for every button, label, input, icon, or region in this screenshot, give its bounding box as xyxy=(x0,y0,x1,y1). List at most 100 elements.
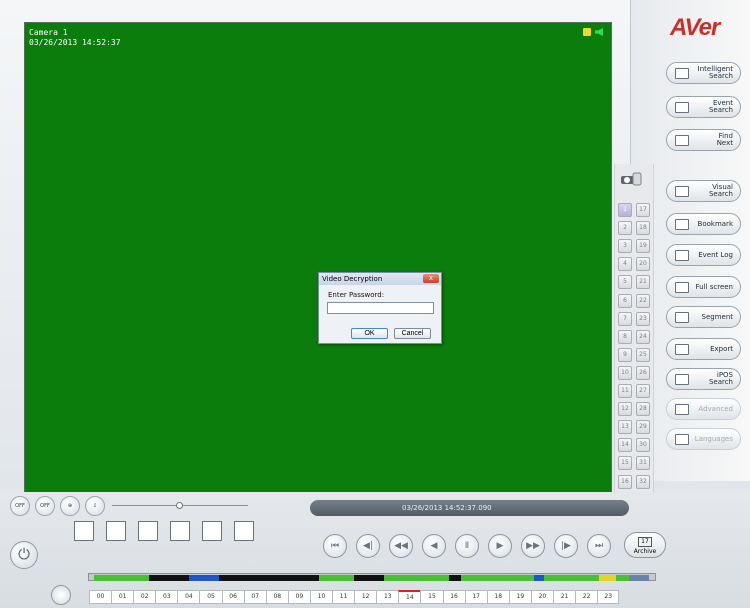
timeline-segment[interactable] xyxy=(534,575,544,581)
timeline-segment[interactable] xyxy=(449,575,461,581)
camera-button-30[interactable]: 30 xyxy=(636,438,650,453)
hour-16[interactable]: 16 xyxy=(442,590,465,604)
hour-03[interactable]: 03 xyxy=(155,590,178,604)
camera-button-24[interactable]: 24 xyxy=(636,329,650,344)
camera-button-15[interactable]: 15 xyxy=(618,456,632,471)
camera-button-27[interactable]: 27 xyxy=(636,384,650,398)
fast-forward-button[interactable]: ▶▶ xyxy=(521,534,545,558)
event-search-button[interactable]: Event Search xyxy=(666,96,741,118)
nine-view-button[interactable] xyxy=(138,521,158,541)
segment-button[interactable]: Segment xyxy=(666,306,741,328)
archive-button[interactable]: 17 Archive xyxy=(624,532,666,558)
hour-05[interactable]: 05 xyxy=(199,590,222,604)
sixteen-view-button[interactable] xyxy=(170,521,190,541)
hour-02[interactable]: 02 xyxy=(133,590,156,604)
channel-off-button[interactable]: OFF xyxy=(35,496,55,516)
pause-button[interactable]: Ⅱ xyxy=(455,534,479,558)
timeline-segment[interactable] xyxy=(149,575,189,581)
hour-19[interactable]: 19 xyxy=(508,590,531,604)
next-frame-button[interactable]: |▶ xyxy=(554,534,578,558)
hour-00[interactable]: 00 xyxy=(89,590,112,604)
recording-timeline[interactable] xyxy=(88,573,656,581)
hour-21[interactable]: 21 xyxy=(552,590,576,604)
password-input[interactable] xyxy=(327,302,434,314)
camera-button-5[interactable]: 5 xyxy=(618,275,632,290)
clock-icon[interactable] xyxy=(51,585,71,605)
camera-button-25[interactable]: 25 xyxy=(636,347,650,362)
speed-slider-knob[interactable] xyxy=(176,502,183,509)
hour-20[interactable]: 20 xyxy=(530,590,553,604)
camera-button-3[interactable]: 3 xyxy=(618,239,632,254)
prev-frame-button[interactable]: ◀| xyxy=(356,534,380,558)
timeline-segment[interactable] xyxy=(94,575,149,581)
hour-06[interactable]: 06 xyxy=(221,590,244,604)
camera-button-9[interactable]: 9 xyxy=(618,347,632,362)
power-button[interactable]: ⏻ xyxy=(10,541,38,569)
camera-button-18[interactable]: 18 xyxy=(636,221,650,236)
camera-button-29[interactable]: 29 xyxy=(636,420,650,435)
camera-button-16[interactable]: 16 xyxy=(618,474,632,489)
camera-button-10[interactable]: 10 xyxy=(618,365,632,380)
timeline-segment[interactable] xyxy=(544,575,599,581)
camera-button-32[interactable]: 32 xyxy=(636,474,650,489)
multi-view-button[interactable] xyxy=(234,521,254,541)
ipos-search-button[interactable]: iPOS Search xyxy=(666,368,741,390)
hour-18[interactable]: 18 xyxy=(486,590,509,604)
hour-13[interactable]: 13 xyxy=(376,590,399,604)
hour-10[interactable]: 10 xyxy=(309,590,333,604)
hour-14[interactable]: 14 xyxy=(398,590,421,604)
hour-15[interactable]: 15 xyxy=(420,590,443,604)
full-screen-button[interactable]: Full screen xyxy=(666,276,741,298)
camera-button-17[interactable]: 17 xyxy=(636,203,650,217)
camera-button-23[interactable]: 23 xyxy=(636,311,650,326)
timeline-segment[interactable] xyxy=(616,575,629,581)
camera-button-21[interactable]: 21 xyxy=(636,275,650,290)
hour-08[interactable]: 08 xyxy=(265,590,288,604)
hour-01[interactable]: 01 xyxy=(111,590,134,604)
close-button[interactable]: x xyxy=(423,274,439,283)
hour-09[interactable]: 09 xyxy=(287,590,310,604)
cancel-button[interactable]: Cancel xyxy=(394,328,431,339)
camera-button-7[interactable]: 7 xyxy=(618,311,632,326)
camera-button-14[interactable]: 14 xyxy=(618,438,632,453)
camera-button-28[interactable]: 28 xyxy=(636,402,650,417)
hour-12[interactable]: 12 xyxy=(354,590,377,604)
camera-button-2[interactable]: 2 xyxy=(618,221,632,236)
timeline-segment[interactable] xyxy=(189,575,219,581)
layer-button[interactable]: ⊕ xyxy=(60,496,80,516)
timeline-segment[interactable] xyxy=(319,575,354,581)
visual-search-button[interactable]: Visual Search xyxy=(666,180,741,202)
camera-button-6[interactable]: 6 xyxy=(618,293,632,308)
camera-button-19[interactable]: 19 xyxy=(636,239,650,254)
quad-view-button[interactable] xyxy=(106,521,126,541)
hour-04[interactable]: 04 xyxy=(177,590,200,604)
camera-button-4[interactable]: 4 xyxy=(618,257,632,272)
audio-off-button[interactable]: OFF xyxy=(10,496,30,516)
timeline-segment[interactable] xyxy=(599,575,616,581)
hour-11[interactable]: 11 xyxy=(332,590,355,604)
export-button[interactable]: Export xyxy=(666,338,741,360)
hour-23[interactable]: 23 xyxy=(597,590,620,604)
rewind-button[interactable]: ◀◀ xyxy=(389,534,413,558)
intelligent-search-button[interactable]: Intelligent Search xyxy=(666,62,741,84)
reverse-button[interactable]: ◀ xyxy=(422,534,446,558)
hour-22[interactable]: 22 xyxy=(575,590,598,604)
main-view-button[interactable] xyxy=(202,521,222,541)
timeline-segment[interactable] xyxy=(629,575,649,581)
camera-button-22[interactable]: 22 xyxy=(636,293,650,308)
camera-button-12[interactable]: 12 xyxy=(618,402,632,417)
bookmark-button[interactable]: Bookmark xyxy=(666,213,741,235)
timeline-segment[interactable] xyxy=(461,575,534,581)
ok-button[interactable]: OK xyxy=(351,328,388,339)
play-button[interactable]: ▶ xyxy=(488,534,512,558)
camera-button-13[interactable]: 13 xyxy=(618,420,632,435)
camera-button-26[interactable]: 26 xyxy=(636,365,650,380)
last-button[interactable]: ⏭ xyxy=(587,534,611,558)
camera-video-view[interactable]: Camera 1 03/26/2013 14:52:37 xyxy=(24,22,612,494)
hour-17[interactable]: 17 xyxy=(464,590,487,604)
camera-button-11[interactable]: 11 xyxy=(618,384,632,398)
camera-button-20[interactable]: 20 xyxy=(636,257,650,272)
download-button[interactable]: ⇩ xyxy=(85,496,105,516)
timeline-segment[interactable] xyxy=(354,575,384,581)
camera-button-31[interactable]: 31 xyxy=(636,456,650,471)
